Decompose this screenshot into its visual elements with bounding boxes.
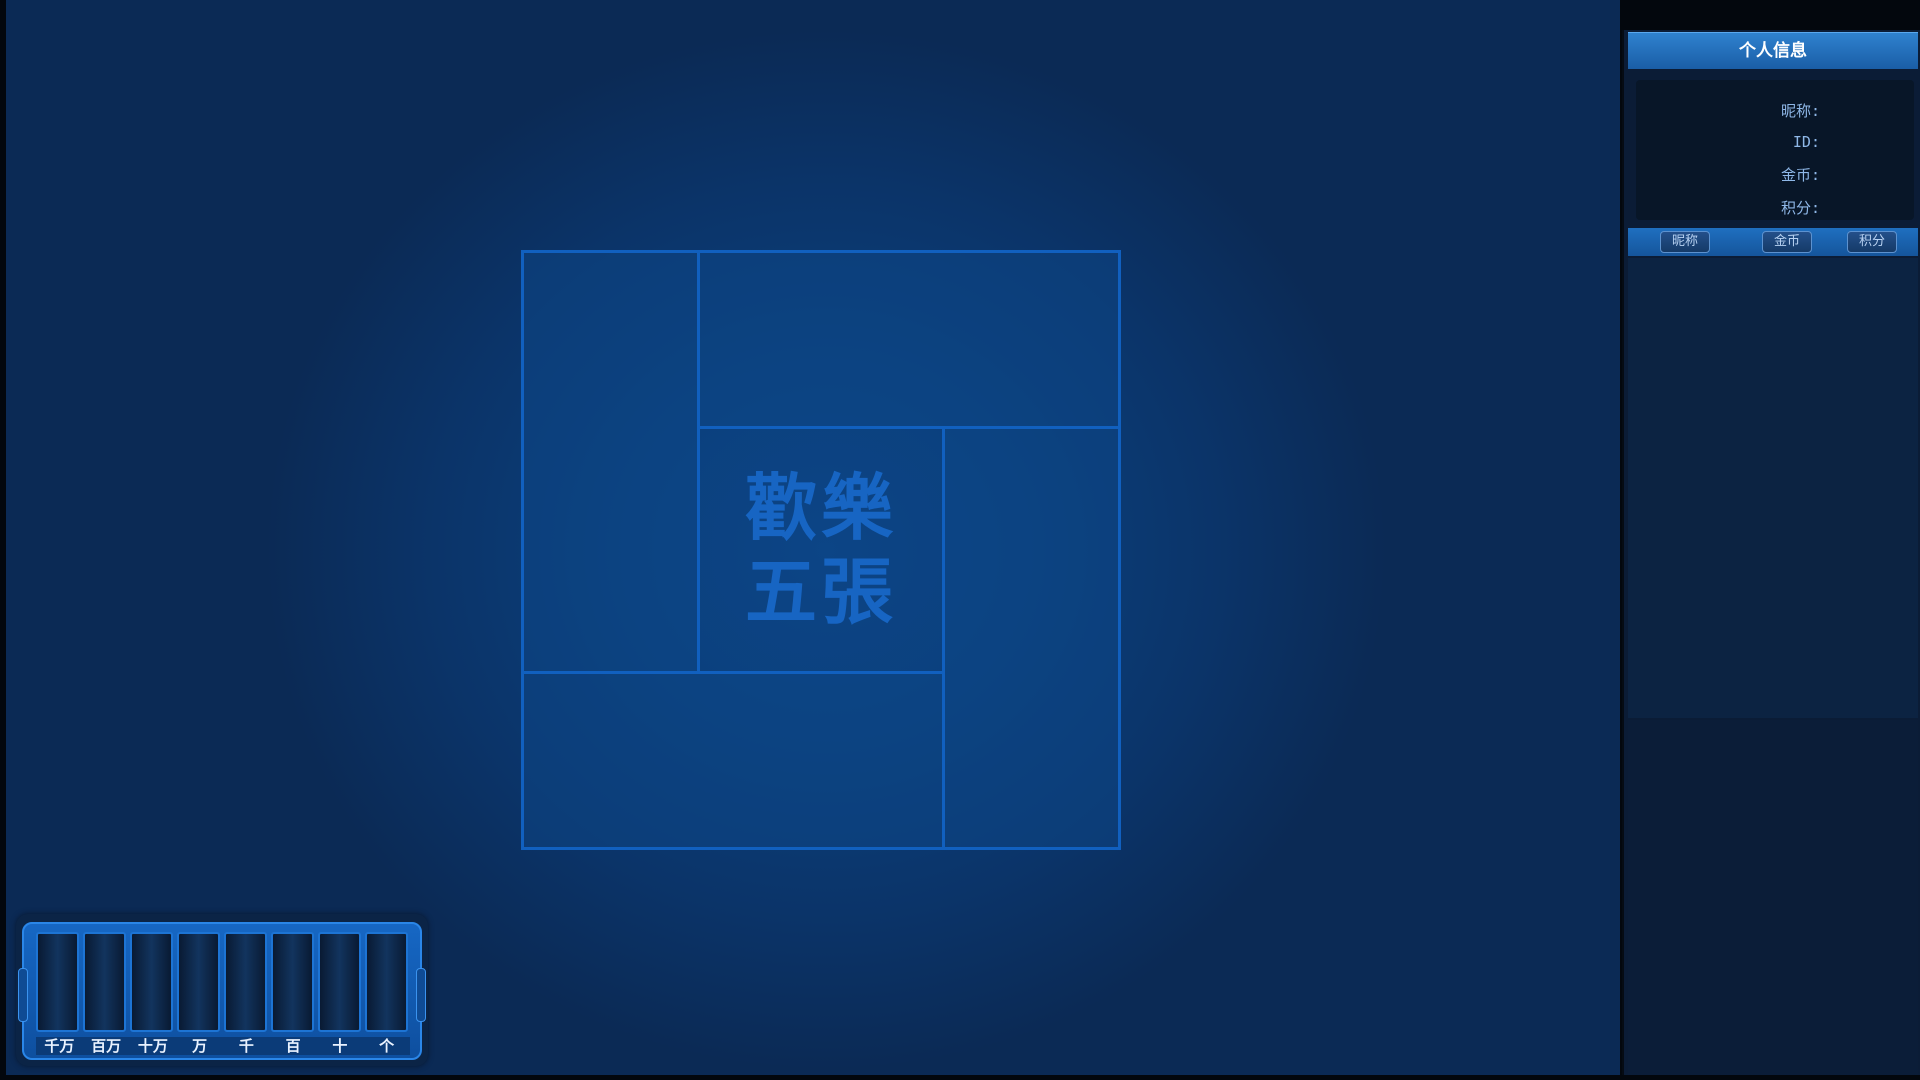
logo-board: 歡樂 五張	[521, 250, 1121, 850]
digit-slot	[177, 932, 220, 1032]
ranking-list[interactable]	[1628, 258, 1918, 718]
digit-slot	[83, 932, 126, 1032]
board-panel-top	[697, 250, 1121, 429]
logo-text-line2: 五張	[744, 549, 897, 634]
board-panel-bottom	[521, 671, 945, 850]
digit-slot	[224, 932, 267, 1032]
digit-label: 万	[192, 1037, 208, 1055]
player-info-box: 昵称: ID: 金币: 积分:	[1636, 80, 1914, 220]
tab-gold[interactable]: 金币	[1762, 231, 1812, 253]
digit-label: 百	[285, 1037, 301, 1055]
board-panel-right	[942, 426, 1121, 850]
gold-label: 金币:	[1780, 166, 1820, 184]
id-label: ID:	[1792, 133, 1820, 151]
digit-label: 个	[379, 1037, 395, 1055]
game-table-area: 歡樂 五張 千万 百万 十万 万 千 百 十 个	[6, 0, 1620, 1075]
bet-counter-left-handle	[18, 968, 28, 1022]
digit-slots	[36, 932, 412, 1032]
board-center-logo: 歡樂 五張	[697, 426, 945, 674]
nickname-label: 昵称:	[1780, 102, 1820, 120]
digit-label: 十万	[137, 1037, 168, 1055]
digit-label: 千	[238, 1037, 254, 1055]
digit-slot	[130, 932, 173, 1032]
digit-place-labels: 千万 百万 十万 万 千 百 十 个	[36, 1037, 410, 1055]
panel-lower-area	[1628, 720, 1918, 1075]
digit-label: 千万	[44, 1037, 75, 1055]
digit-slot	[36, 932, 79, 1032]
logo-text-line1: 歡樂	[744, 465, 897, 550]
tab-nickname[interactable]: 昵称	[1660, 231, 1710, 253]
bet-counter-right-handle	[416, 968, 426, 1022]
bet-counter-frame: 千万 百万 十万 万 千 百 十 个	[18, 922, 426, 1060]
digit-slot	[271, 932, 314, 1032]
digit-label: 十	[332, 1037, 348, 1055]
info-side-panel: 个人信息 昵称: ID: 金币: 积分: 昵称 金币 积分	[1622, 30, 1920, 1075]
panel-title: 个人信息	[1628, 32, 1918, 69]
digit-label: 百万	[91, 1037, 122, 1055]
bet-counter: 千万 百万 十万 万 千 百 十 个	[16, 914, 428, 1066]
digit-slot	[318, 932, 361, 1032]
ranking-tab-bar: 昵称 金币 积分	[1628, 228, 1918, 256]
game-window: 歡樂 五張 千万 百万 十万 万 千 百 十 个 个人信息 昵称: ID: 金币…	[0, 0, 1920, 1080]
score-label: 积分:	[1780, 199, 1820, 217]
board-panel-left	[521, 250, 700, 674]
tab-score[interactable]: 积分	[1847, 231, 1897, 253]
digit-slot	[365, 932, 408, 1032]
